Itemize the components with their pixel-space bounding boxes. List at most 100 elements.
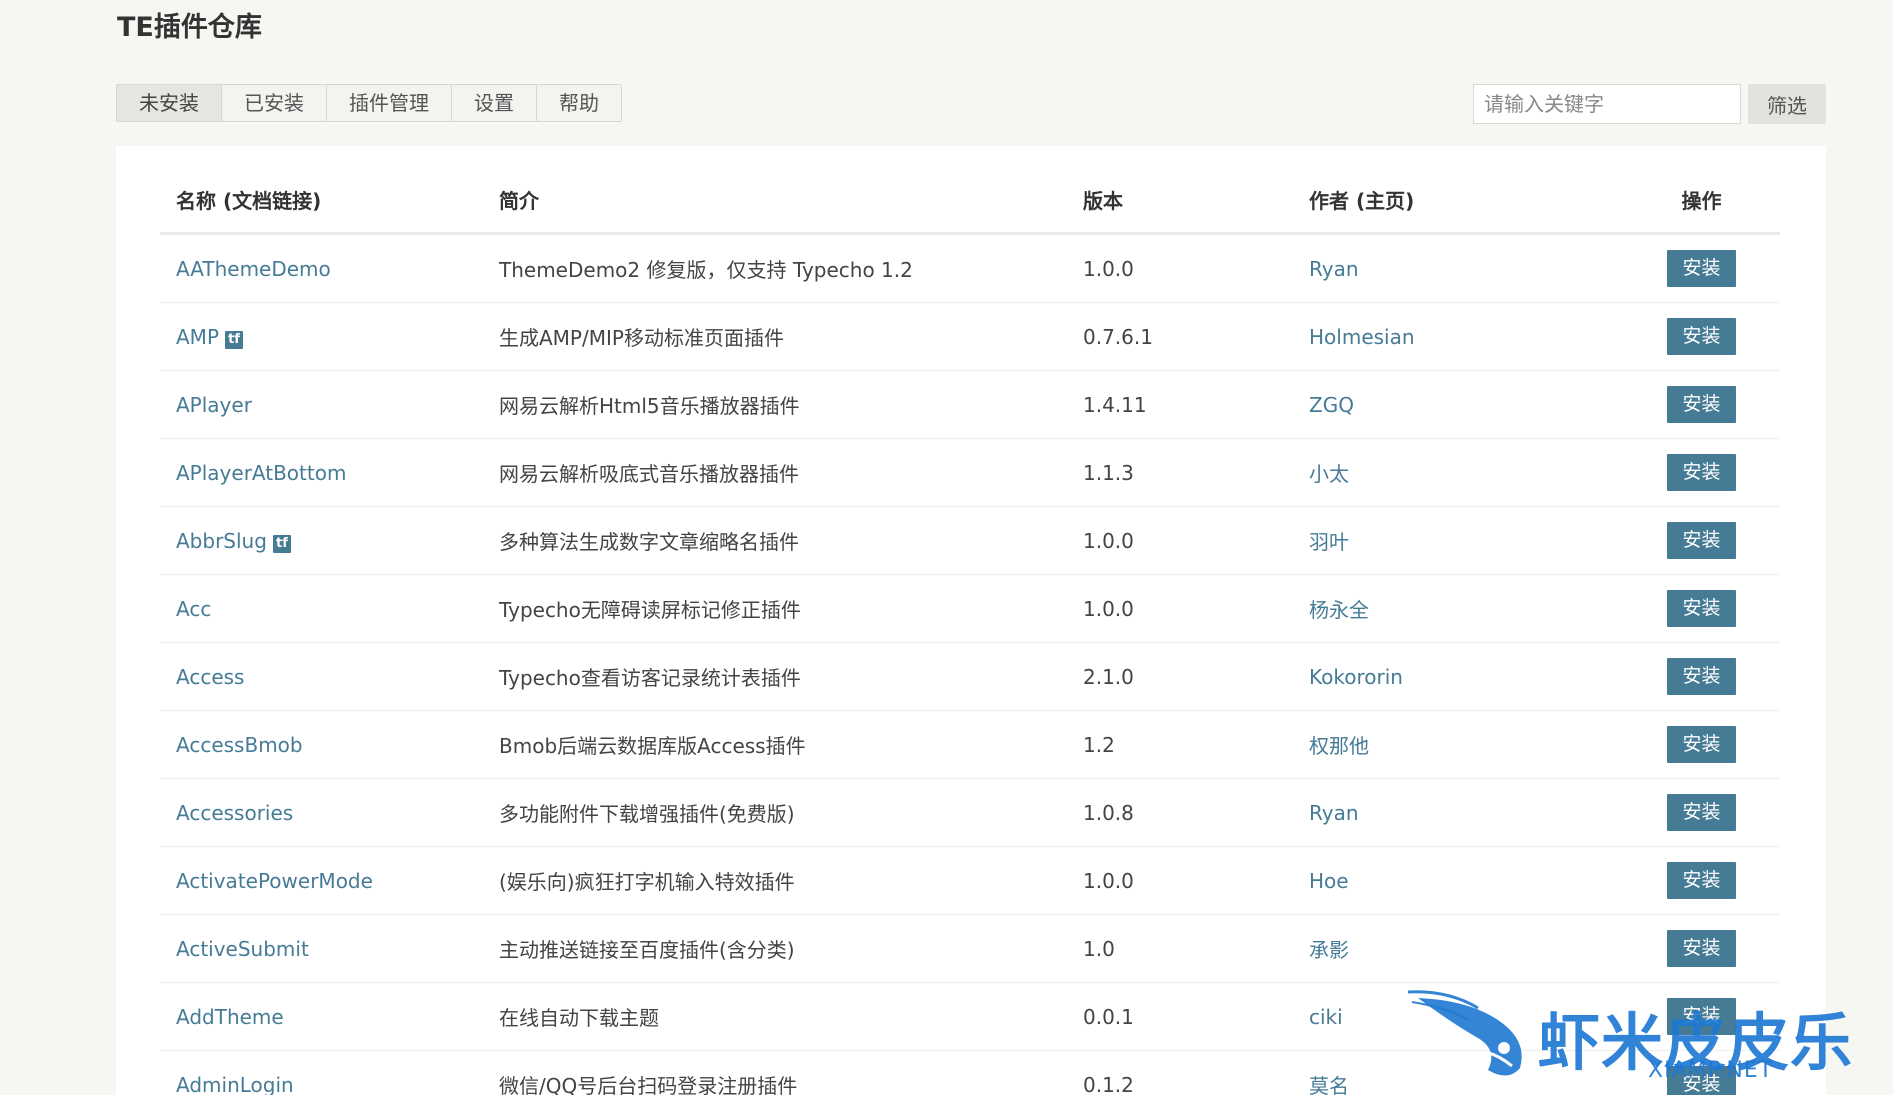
author-homepage-link[interactable]: Holmesian	[1309, 325, 1415, 349]
plugin-description: 生成AMP/MIP移动标准页面插件	[483, 302, 1067, 371]
plugin-version: 1.0.0	[1067, 574, 1293, 643]
table-row: AddTheme 在线自动下载主题 0.0.1 ciki 安装	[160, 982, 1780, 1051]
author-homepage-link[interactable]: 小太	[1309, 462, 1349, 486]
plugin-version: 0.0.1	[1067, 982, 1293, 1051]
plugin-version: 1.0.0	[1067, 233, 1293, 303]
install-button[interactable]: 安装	[1667, 454, 1736, 491]
plugin-version: 1.0.8	[1067, 778, 1293, 847]
plugin-doc-link[interactable]: AMP	[176, 325, 219, 349]
author-homepage-link[interactable]: ZGQ	[1309, 393, 1354, 417]
author-homepage-link[interactable]: 权那他	[1309, 734, 1369, 758]
plugin-description: Bmob后端云数据库版Access插件	[483, 710, 1067, 779]
author-homepage-link[interactable]: Kokororin	[1309, 665, 1403, 689]
install-button[interactable]: 安装	[1667, 250, 1736, 287]
author-homepage-link[interactable]: 承影	[1309, 938, 1349, 962]
plugin-description: ThemeDemo2 修复版，仅支持 Typecho 1.2	[483, 233, 1067, 303]
install-button[interactable]: 安装	[1667, 386, 1736, 423]
table-row: AbbrSlug tf 多种算法生成数字文章缩略名插件 1.0.0 羽叶 安装	[160, 506, 1780, 575]
table-row: Access Typecho查看访客记录统计表插件 2.1.0 Kokororin 安装	[160, 642, 1780, 711]
plugin-name-cell: Acc	[160, 574, 483, 643]
plugin-author-cell: ciki	[1293, 982, 1623, 1051]
table-row: APlayerAtBottom 网易云解析吸底式音乐播放器插件 1.1.3 小太 安装	[160, 438, 1780, 507]
plugin-description: 在线自动下载主题	[483, 982, 1067, 1051]
plugin-doc-link[interactable]: ActiveSubmit	[176, 937, 309, 961]
plugin-action-cell: 安装	[1623, 302, 1780, 371]
author-homepage-link[interactable]: ciki	[1309, 1005, 1343, 1029]
plugin-name-cell: AdminLogin	[160, 1050, 483, 1095]
plugin-doc-link[interactable]: APlayer	[176, 393, 252, 417]
column-header-version: 版本	[1067, 166, 1293, 235]
install-button[interactable]: 安装	[1667, 726, 1736, 763]
tab-3[interactable]: 设置	[452, 84, 537, 122]
search-input[interactable]	[1473, 84, 1741, 124]
plugin-author-cell: Ryan	[1293, 778, 1623, 847]
tab-1[interactable]: 已安装	[222, 84, 327, 122]
plugin-author-cell: Holmesian	[1293, 302, 1623, 371]
plugin-action-cell: 安装	[1623, 778, 1780, 847]
plugin-doc-link[interactable]: AbbrSlug	[176, 529, 267, 553]
plugin-description: Typecho无障碍读屏标记修正插件	[483, 574, 1067, 643]
plugin-author-cell: Kokororin	[1293, 642, 1623, 711]
install-button[interactable]: 安装	[1667, 590, 1736, 627]
plugin-name-cell: ActivatePowerMode	[160, 846, 483, 915]
plugin-name-cell: Access	[160, 642, 483, 711]
tf-badge-icon: tf	[272, 534, 291, 553]
plugin-doc-link[interactable]: AddTheme	[176, 1005, 284, 1029]
plugin-author-cell: Ryan	[1293, 233, 1623, 303]
plugin-version: 1.1.3	[1067, 438, 1293, 507]
tab-2[interactable]: 插件管理	[327, 84, 452, 122]
plugin-name-cell: AccessBmob	[160, 710, 483, 779]
plugin-author-cell: ZGQ	[1293, 370, 1623, 439]
plugin-action-cell: 安装	[1623, 574, 1780, 643]
filter-button[interactable]: 筛选	[1748, 84, 1826, 124]
install-button[interactable]: 安装	[1667, 522, 1736, 559]
plugin-author-cell: 杨永全	[1293, 574, 1623, 643]
plugin-doc-link[interactable]: Accessories	[176, 801, 293, 825]
page-title: TE插件仓库	[117, 12, 262, 43]
author-homepage-link[interactable]: 羽叶	[1309, 530, 1349, 554]
plugin-doc-link[interactable]: APlayerAtBottom	[176, 461, 346, 485]
plugin-doc-link[interactable]: AdminLogin	[176, 1073, 294, 1095]
plugin-action-cell: 安装	[1623, 642, 1780, 711]
plugin-doc-link[interactable]: AccessBmob	[176, 733, 303, 757]
author-homepage-link[interactable]: 莫名	[1309, 1074, 1349, 1095]
install-button[interactable]: 安装	[1667, 1066, 1736, 1095]
install-button[interactable]: 安装	[1667, 862, 1736, 899]
plugin-version: 2.1.0	[1067, 642, 1293, 711]
tab-0[interactable]: 未安装	[116, 84, 222, 122]
plugin-description: (娱乐向)疯狂打字机输入特效插件	[483, 846, 1067, 915]
plugin-name-cell: AddTheme	[160, 982, 483, 1051]
plugin-description: 网易云解析Html5音乐播放器插件	[483, 370, 1067, 439]
plugin-name-cell: AMP tf	[160, 302, 483, 371]
table-row: Accessories 多功能附件下载增强插件(免费版) 1.0.8 Ryan 安装	[160, 778, 1780, 847]
author-homepage-link[interactable]: Ryan	[1309, 801, 1359, 825]
plugin-action-cell: 安装	[1623, 982, 1780, 1051]
plugin-version: 1.0.0	[1067, 846, 1293, 915]
install-button[interactable]: 安装	[1667, 998, 1736, 1035]
plugin-version: 1.2	[1067, 710, 1293, 779]
plugin-doc-link[interactable]: AAThemeDemo	[176, 257, 331, 281]
plugin-doc-link[interactable]: Access	[176, 665, 244, 689]
table-row: ActiveSubmit 主动推送链接至百度插件(含分类) 1.0 承影 安装	[160, 914, 1780, 983]
page: TE插件仓库 未安装已安装插件管理设置帮助 筛选 名称 (文档链接) 简介 版本…	[0, 0, 1893, 1095]
plugin-version: 1.0	[1067, 914, 1293, 983]
author-homepage-link[interactable]: 杨永全	[1309, 598, 1369, 622]
table-row: ActivatePowerMode (娱乐向)疯狂打字机输入特效插件 1.0.0 Ho…	[160, 846, 1780, 915]
table-row: APlayer 网易云解析Html5音乐播放器插件 1.4.11 ZGQ 安装	[160, 370, 1780, 439]
author-homepage-link[interactable]: Ryan	[1309, 257, 1359, 281]
install-button[interactable]: 安装	[1667, 930, 1736, 967]
tab-4[interactable]: 帮助	[537, 84, 622, 122]
install-button[interactable]: 安装	[1667, 318, 1736, 355]
author-homepage-link[interactable]: Hoe	[1309, 869, 1349, 893]
plugin-action-cell: 安装	[1623, 233, 1780, 303]
plugin-author-cell: 羽叶	[1293, 506, 1623, 575]
table-row: AMP tf 生成AMP/MIP移动标准页面插件 0.7.6.1 Holmesian 安装	[160, 302, 1780, 371]
tab-bar: 未安装 已安装 插件管理 设置 帮助	[116, 84, 622, 122]
plugin-doc-link[interactable]: Acc	[176, 597, 211, 621]
install-button[interactable]: 安装	[1667, 794, 1736, 831]
table-row: AAThemeDemo ThemeDemo2 修复版，仅支持 Typecho 1.…	[160, 233, 1780, 303]
plugin-description: 多功能附件下载增强插件(免费版)	[483, 778, 1067, 847]
install-button[interactable]: 安装	[1667, 658, 1736, 695]
plugin-name-cell: APlayerAtBottom	[160, 438, 483, 507]
plugin-doc-link[interactable]: ActivatePowerMode	[176, 869, 373, 893]
